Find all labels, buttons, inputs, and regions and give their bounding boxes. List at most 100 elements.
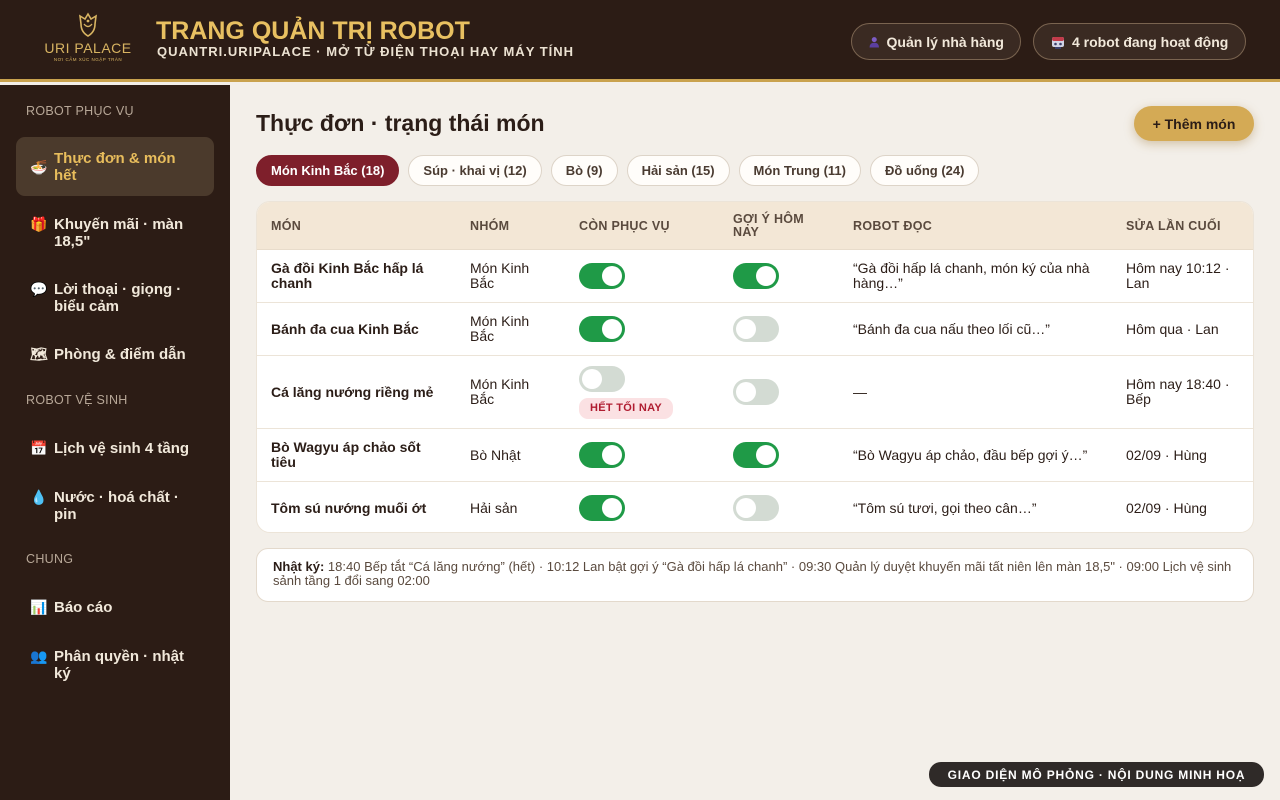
table-row[interactable]: Gà đồi Kinh Bắc hấp lá chanh Món Kinh Bắ… xyxy=(257,250,1253,303)
sidebar-item-reports[interactable]: 📊 Báo cáo xyxy=(16,599,214,616)
serving-toggle[interactable] xyxy=(579,263,625,289)
toggle-knob xyxy=(602,319,622,339)
sidebar-item-supplies[interactable]: 💧 Nước · hoá chất · pin xyxy=(16,489,214,523)
table-header: MÓN NHÓM CÒN PHỤC VỤ GỢI Ý HÔM NAY ROBOT… xyxy=(257,202,1253,250)
category-tabs: Món Kinh Bắc (18) Súp · khai vị (12) Bò … xyxy=(256,155,980,186)
toggle-knob xyxy=(736,498,756,518)
column-header-group: NHÓM xyxy=(470,218,510,233)
crest-icon xyxy=(79,12,97,37)
robot-reads-text: “Gà đồi hấp lá chanh, món ký của nhà hàn… xyxy=(853,260,1090,291)
dish-name: Cá lăng nướng riềng mẻ xyxy=(271,383,434,400)
gift-icon: 🎁 xyxy=(30,216,48,232)
logo-brand: URI PALACE xyxy=(44,40,132,56)
serving-toggle[interactable] xyxy=(579,442,625,468)
sidebar-item-rooms[interactable]: 🗺 Phòng & điểm dẫn xyxy=(16,346,214,363)
serving-toggle[interactable] xyxy=(579,495,625,521)
table-row[interactable]: Cá lăng nướng riềng mẻ Món Kinh Bắc HẾT … xyxy=(257,356,1253,429)
page-subtitle: QUANTRI.URIPALACE · MỞ TỪ ĐIỆN THOẠI HAY… xyxy=(157,44,575,59)
sidebar-item-label: Lịch vệ sinh 4 tầng xyxy=(54,440,190,457)
add-dish-button[interactable]: + Thêm món xyxy=(1134,106,1254,141)
robot-reads-text: “Bò Wagyu áp chảo, đầu bếp gợi ý…” xyxy=(853,446,1088,463)
dish-name: Tôm sú nướng muối ớt xyxy=(271,499,427,516)
page-title: TRANG QUẢN TRỊ ROBOT xyxy=(156,17,470,45)
toggle-knob xyxy=(736,319,756,339)
sidebar-item-label: Phân quyền · nhật ký xyxy=(54,648,185,682)
last-edit-text: Hôm nay 10:12 · Lan xyxy=(1126,260,1230,291)
calendar-icon: 📅 xyxy=(30,440,48,456)
mockup-notice-badge: GIAO DIỆN MÔ PHỎNG · NỘI DUNG MINH HOẠ xyxy=(929,762,1264,787)
table-row[interactable]: Bánh đa cua Kinh Bắc Món Kinh Bắc “Bánh … xyxy=(257,303,1253,356)
tab-kinh-bac[interactable]: Món Kinh Bắc (18) xyxy=(256,155,400,186)
person-icon xyxy=(869,36,879,47)
dish-group: Hải sản xyxy=(470,499,518,516)
manager-role-button[interactable]: Quản lý nhà hàng xyxy=(851,23,1021,60)
toggle-knob xyxy=(582,368,602,389)
tab-chinese[interactable]: Món Trung (11) xyxy=(738,155,861,186)
serving-toggle[interactable] xyxy=(579,316,625,342)
bar-chart-icon: 📊 xyxy=(30,599,48,615)
active-robots-button[interactable]: 4 robot đang hoạt động xyxy=(1033,23,1246,60)
sidebar: ROBOT PHỤC VỤ 🍜 Thực đơn & món hết 🎁 Khu… xyxy=(0,85,230,800)
table-row[interactable]: Bò Wagyu áp chảo sốt tiêu Bò Nhật “Bò Wa… xyxy=(257,429,1253,482)
map-icon: 🗺 xyxy=(30,346,48,362)
table-row[interactable]: Tôm sú nướng muối ớt Hải sản “Tôm sú tươ… xyxy=(257,482,1253,532)
dish-group: Món Kinh Bắc xyxy=(470,313,530,344)
suggest-cell xyxy=(733,482,823,532)
tab-drinks[interactable]: Đồ uống (24) xyxy=(870,155,980,186)
column-header-suggest: GỢI Ý HÔM NAY xyxy=(733,212,805,239)
serving-cell: HẾT TỐI NAY xyxy=(579,356,709,428)
suggest-cell xyxy=(733,356,823,428)
serving-cell xyxy=(579,429,699,481)
people-icon: 👥 xyxy=(30,648,48,664)
toggle-knob xyxy=(736,382,756,402)
robot-icon xyxy=(1052,36,1064,49)
column-header-robot-reads: ROBOT ĐỌC xyxy=(853,218,933,233)
toggle-knob xyxy=(602,445,622,465)
tab-soup-appetizer[interactable]: Súp · khai vị (12) xyxy=(408,155,542,186)
sidebar-item-menu[interactable]: 🍜 Thực đơn & món hết xyxy=(16,137,214,196)
serving-cell xyxy=(579,482,699,532)
suggest-toggle[interactable] xyxy=(733,442,779,468)
suggest-toggle[interactable] xyxy=(733,263,779,289)
toggle-knob xyxy=(756,266,776,286)
sidebar-section-general: CHUNG xyxy=(26,552,74,566)
food-bowl-icon: 🍜 xyxy=(30,158,48,175)
sidebar-item-label: Báo cáo xyxy=(54,599,113,616)
sidebar-item-label: Nước · hoá chất · pin xyxy=(54,489,179,523)
activity-log: Nhật ký: 18:40 Bếp tắt “Cá lăng nướng” (… xyxy=(256,548,1254,602)
serving-toggle[interactable] xyxy=(579,365,625,392)
robot-reads-text: — xyxy=(853,383,867,400)
toggle-knob xyxy=(756,445,776,465)
section-title: Thực đơn · trạng thái món xyxy=(256,110,545,136)
activity-log-label: Nhật ký: xyxy=(273,559,325,574)
dish-group: Bò Nhật xyxy=(470,446,521,463)
tab-seafood[interactable]: Hải sản (15) xyxy=(626,155,730,186)
suggest-cell xyxy=(733,250,823,302)
dish-name: Bánh đa cua Kinh Bắc xyxy=(271,320,419,337)
robot-reads-text: “Bánh đa cua nấu theo lối cũ…” xyxy=(853,320,1050,337)
last-edit-text: 02/09 · Hùng xyxy=(1126,446,1207,463)
suggest-toggle[interactable] xyxy=(733,379,779,405)
uri-palace-logo[interactable]: URI PALACE NƠI CẢM XÚC NGẬP TRÀN xyxy=(40,12,136,70)
suggest-toggle[interactable] xyxy=(733,495,779,521)
sidebar-item-promotions[interactable]: 🎁 Khuyến mãi · màn 18,5" xyxy=(16,216,214,250)
sidebar-item-permissions[interactable]: 👥 Phân quyền · nhật ký xyxy=(16,648,214,682)
sidebar-item-dialogue[interactable]: 💬 Lời thoại · giọng · biểu cảm xyxy=(16,281,214,315)
manager-role-label: Quản lý nhà hàng xyxy=(886,33,1004,50)
column-header-last-edit: SỬA LẦN CUỐI xyxy=(1126,218,1221,233)
suggest-toggle[interactable] xyxy=(733,316,779,342)
tab-beef[interactable]: Bò (9) xyxy=(550,155,618,186)
serving-cell xyxy=(579,303,699,355)
dish-name: Bò Wagyu áp chảo sốt tiêu xyxy=(271,439,421,470)
robot-reads-text: “Tôm sú tươi, gọi theo cân…” xyxy=(853,499,1037,516)
column-header-dish: MÓN xyxy=(271,218,302,233)
app-header: URI PALACE NƠI CẢM XÚC NGẬP TRÀN TRANG Q… xyxy=(0,0,1280,82)
water-drop-icon: 💧 xyxy=(30,489,48,505)
menu-table: MÓN NHÓM CÒN PHỤC VỤ GỢI Ý HÔM NAY ROBOT… xyxy=(256,201,1254,533)
suggest-cell xyxy=(733,303,823,355)
last-edit-text: Hôm nay 18:40 · Bếp xyxy=(1126,376,1230,407)
speech-bubble-icon: 💬 xyxy=(30,281,48,297)
sidebar-item-cleaning-schedule[interactable]: 📅 Lịch vệ sinh 4 tầng xyxy=(16,440,214,457)
last-edit-text: 02/09 · Hùng xyxy=(1126,499,1207,516)
sidebar-item-label: Phòng & điểm dẫn xyxy=(54,346,186,363)
